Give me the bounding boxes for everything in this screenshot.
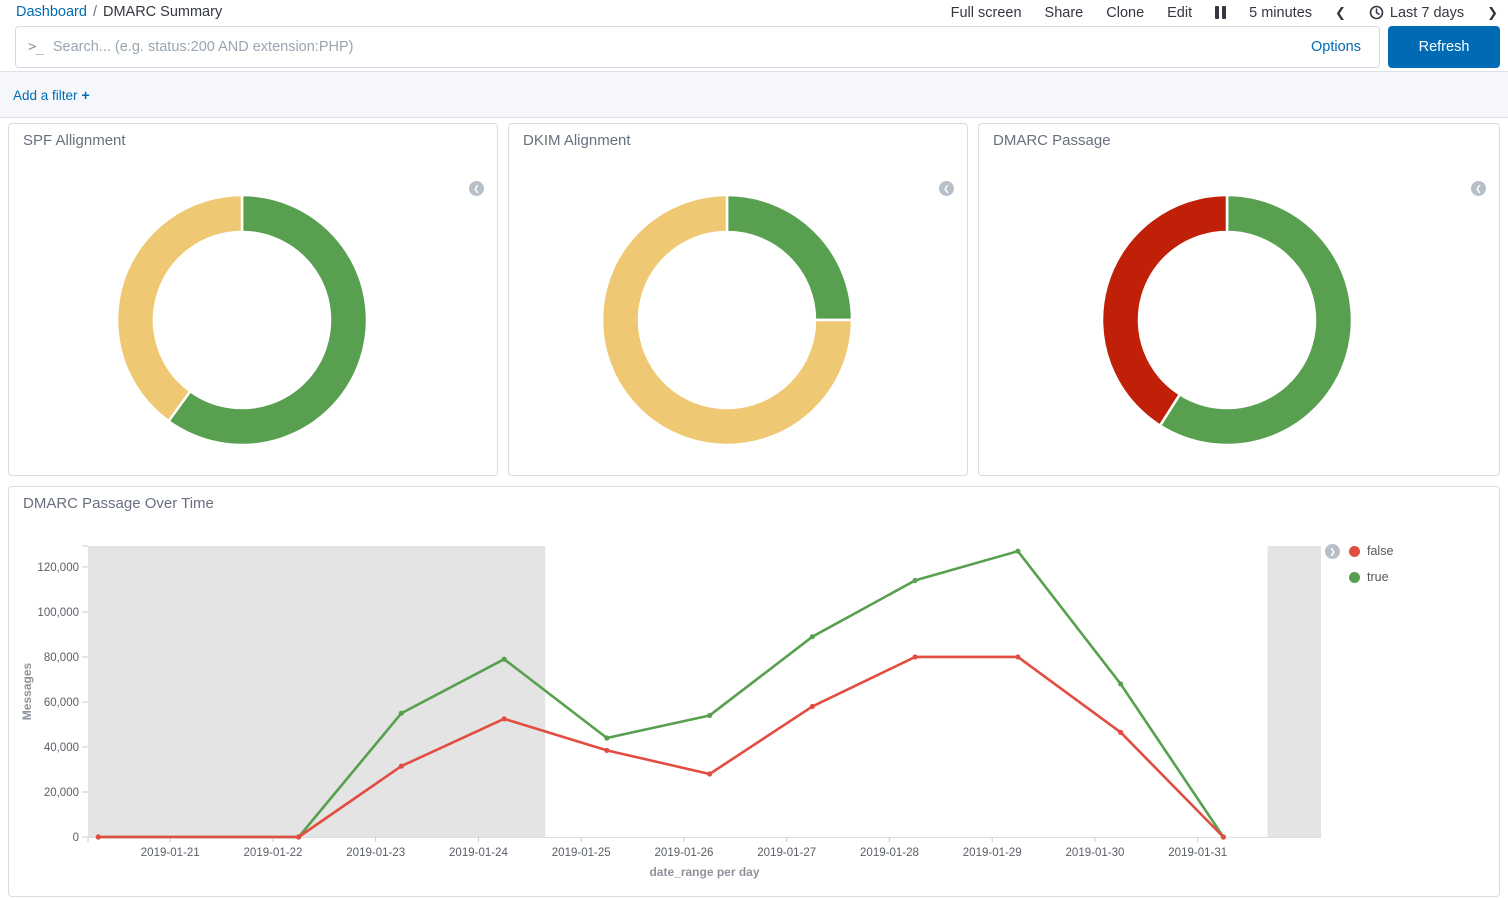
time-range-shade bbox=[1268, 546, 1321, 837]
panel-spf-alignment: SPF Allignment ❮ bbox=[8, 123, 498, 476]
time-prev-chevron-icon[interactable]: ❮ bbox=[1335, 5, 1346, 21]
data-point bbox=[1015, 654, 1020, 659]
data-point bbox=[1221, 834, 1226, 839]
x-tick-label: 2019-01-27 bbox=[757, 847, 816, 859]
breadcrumb-separator: / bbox=[93, 4, 97, 20]
data-point bbox=[707, 713, 712, 718]
data-point bbox=[810, 704, 815, 709]
breadcrumb: Dashboard / DMARC Summary bbox=[16, 4, 222, 20]
legend-collapse-icon[interactable]: ❮ bbox=[1471, 181, 1486, 196]
menu-item-clone[interactable]: Clone bbox=[1106, 5, 1144, 21]
donut-segment bbox=[727, 195, 852, 320]
y-tick-label: 80,000 bbox=[44, 652, 79, 664]
chart-legend: false true bbox=[1349, 543, 1393, 595]
panel-title: DKIM Alignment bbox=[523, 132, 631, 149]
data-point bbox=[810, 634, 815, 639]
data-point bbox=[604, 735, 609, 740]
legend-dot-icon bbox=[1349, 546, 1360, 557]
data-point bbox=[1118, 681, 1123, 686]
panel-dmarc-passage-over-time: DMARC Passage Over Time 020,00040,00060,… bbox=[8, 486, 1500, 897]
refresh-interval[interactable]: 5 minutes bbox=[1249, 5, 1312, 21]
x-tick-label: 2019-01-26 bbox=[655, 847, 714, 859]
query-bar: >_ Options Refresh bbox=[0, 25, 1508, 71]
menu-item-share[interactable]: Share bbox=[1045, 5, 1084, 21]
pause-icon[interactable] bbox=[1215, 6, 1226, 19]
data-point bbox=[399, 764, 404, 769]
legend-collapse-icon[interactable]: ❮ bbox=[939, 181, 954, 196]
y-tick-label: 0 bbox=[73, 832, 79, 844]
y-tick-label: 120,000 bbox=[37, 562, 79, 574]
kibana-dashboard: Dashboard / DMARC Summary Full screen Shar… bbox=[0, 0, 1508, 898]
y-tick-label: 40,000 bbox=[44, 742, 79, 754]
legend-dot-icon bbox=[1349, 572, 1360, 583]
donut-segment bbox=[117, 195, 242, 421]
time-series-chart[interactable]: 0 20,000 40,000 60,000 80,000 100,000 120,000 2… bbox=[9, 487, 1501, 898]
clock-icon bbox=[1369, 5, 1384, 20]
menu-item-edit[interactable]: Edit bbox=[1167, 5, 1192, 21]
y-tick-label: 100,000 bbox=[37, 607, 79, 619]
x-tick-label: 2019-01-23 bbox=[346, 847, 405, 859]
data-point bbox=[502, 657, 507, 662]
time-next-chevron-icon[interactable]: ❯ bbox=[1487, 5, 1498, 21]
data-point bbox=[399, 711, 404, 716]
data-point bbox=[1015, 549, 1020, 554]
legend-expand-icon[interactable]: ❯ bbox=[1325, 544, 1340, 559]
data-point bbox=[707, 771, 712, 776]
menu-item-full-screen[interactable]: Full screen bbox=[951, 5, 1022, 21]
data-point bbox=[1118, 730, 1123, 735]
data-point bbox=[604, 748, 609, 753]
x-tick-label: 2019-01-29 bbox=[963, 847, 1022, 859]
time-range-label: Last 7 days bbox=[1390, 5, 1464, 21]
search-box: >_ Options bbox=[15, 26, 1380, 68]
legend-label: true bbox=[1367, 570, 1389, 584]
time-range-shade bbox=[88, 546, 545, 837]
x-tick-label: 2019-01-28 bbox=[860, 847, 919, 859]
query-prompt-icon: >_ bbox=[28, 39, 43, 55]
y-tick-label: 20,000 bbox=[44, 787, 79, 799]
options-link[interactable]: Options bbox=[1311, 39, 1361, 55]
y-axis-title: Messages bbox=[20, 662, 34, 720]
x-tick-label: 2019-01-22 bbox=[244, 847, 303, 859]
search-input[interactable] bbox=[53, 39, 1311, 55]
panel-title: SPF Allignment bbox=[23, 132, 126, 149]
x-tick-label: 2019-01-25 bbox=[552, 847, 611, 859]
breadcrumb-current: DMARC Summary bbox=[103, 4, 222, 20]
x-axis-title: date_range per day bbox=[649, 865, 759, 879]
data-point bbox=[502, 716, 507, 721]
legend-label: false bbox=[1367, 544, 1393, 558]
filter-bar: Add a filter+ bbox=[0, 71, 1508, 118]
data-point bbox=[913, 578, 918, 583]
dkim-donut-chart[interactable] bbox=[597, 190, 857, 450]
panel-dkim-alignment: DKIM Alignment ❮ bbox=[508, 123, 968, 476]
panel-title: DMARC Passage bbox=[993, 132, 1111, 149]
dmarc-donut-chart[interactable] bbox=[1097, 190, 1357, 450]
y-tick-label: 60,000 bbox=[44, 697, 79, 709]
x-tick-label: 2019-01-31 bbox=[1168, 847, 1227, 859]
x-tick-label: 2019-01-24 bbox=[449, 847, 508, 859]
data-point bbox=[296, 834, 301, 839]
donut-segment bbox=[1102, 195, 1227, 426]
spf-donut-chart[interactable] bbox=[112, 190, 372, 450]
top-bar: Dashboard / DMARC Summary Full screen Shar… bbox=[0, 0, 1508, 25]
top-menu: Full screen Share Clone Edit 5 minutes ❮… bbox=[951, 0, 1498, 25]
data-point bbox=[96, 834, 101, 839]
legend-item-true[interactable]: true bbox=[1349, 569, 1393, 585]
x-tick-label: 2019-01-30 bbox=[1066, 847, 1125, 859]
legend-item-false[interactable]: false bbox=[1349, 543, 1393, 559]
panel-dmarc-passage: DMARC Passage ❮ bbox=[978, 123, 1500, 476]
legend-collapse-icon[interactable]: ❮ bbox=[469, 181, 484, 196]
add-filter-link[interactable]: Add a filter+ bbox=[13, 87, 90, 103]
time-range-picker[interactable]: Last 7 days bbox=[1369, 5, 1464, 21]
data-point bbox=[913, 654, 918, 659]
breadcrumb-dashboard-link[interactable]: Dashboard bbox=[16, 4, 87, 20]
refresh-button[interactable]: Refresh bbox=[1388, 26, 1500, 68]
x-tick-label: 2019-01-21 bbox=[141, 847, 200, 859]
plus-icon: + bbox=[82, 87, 90, 103]
